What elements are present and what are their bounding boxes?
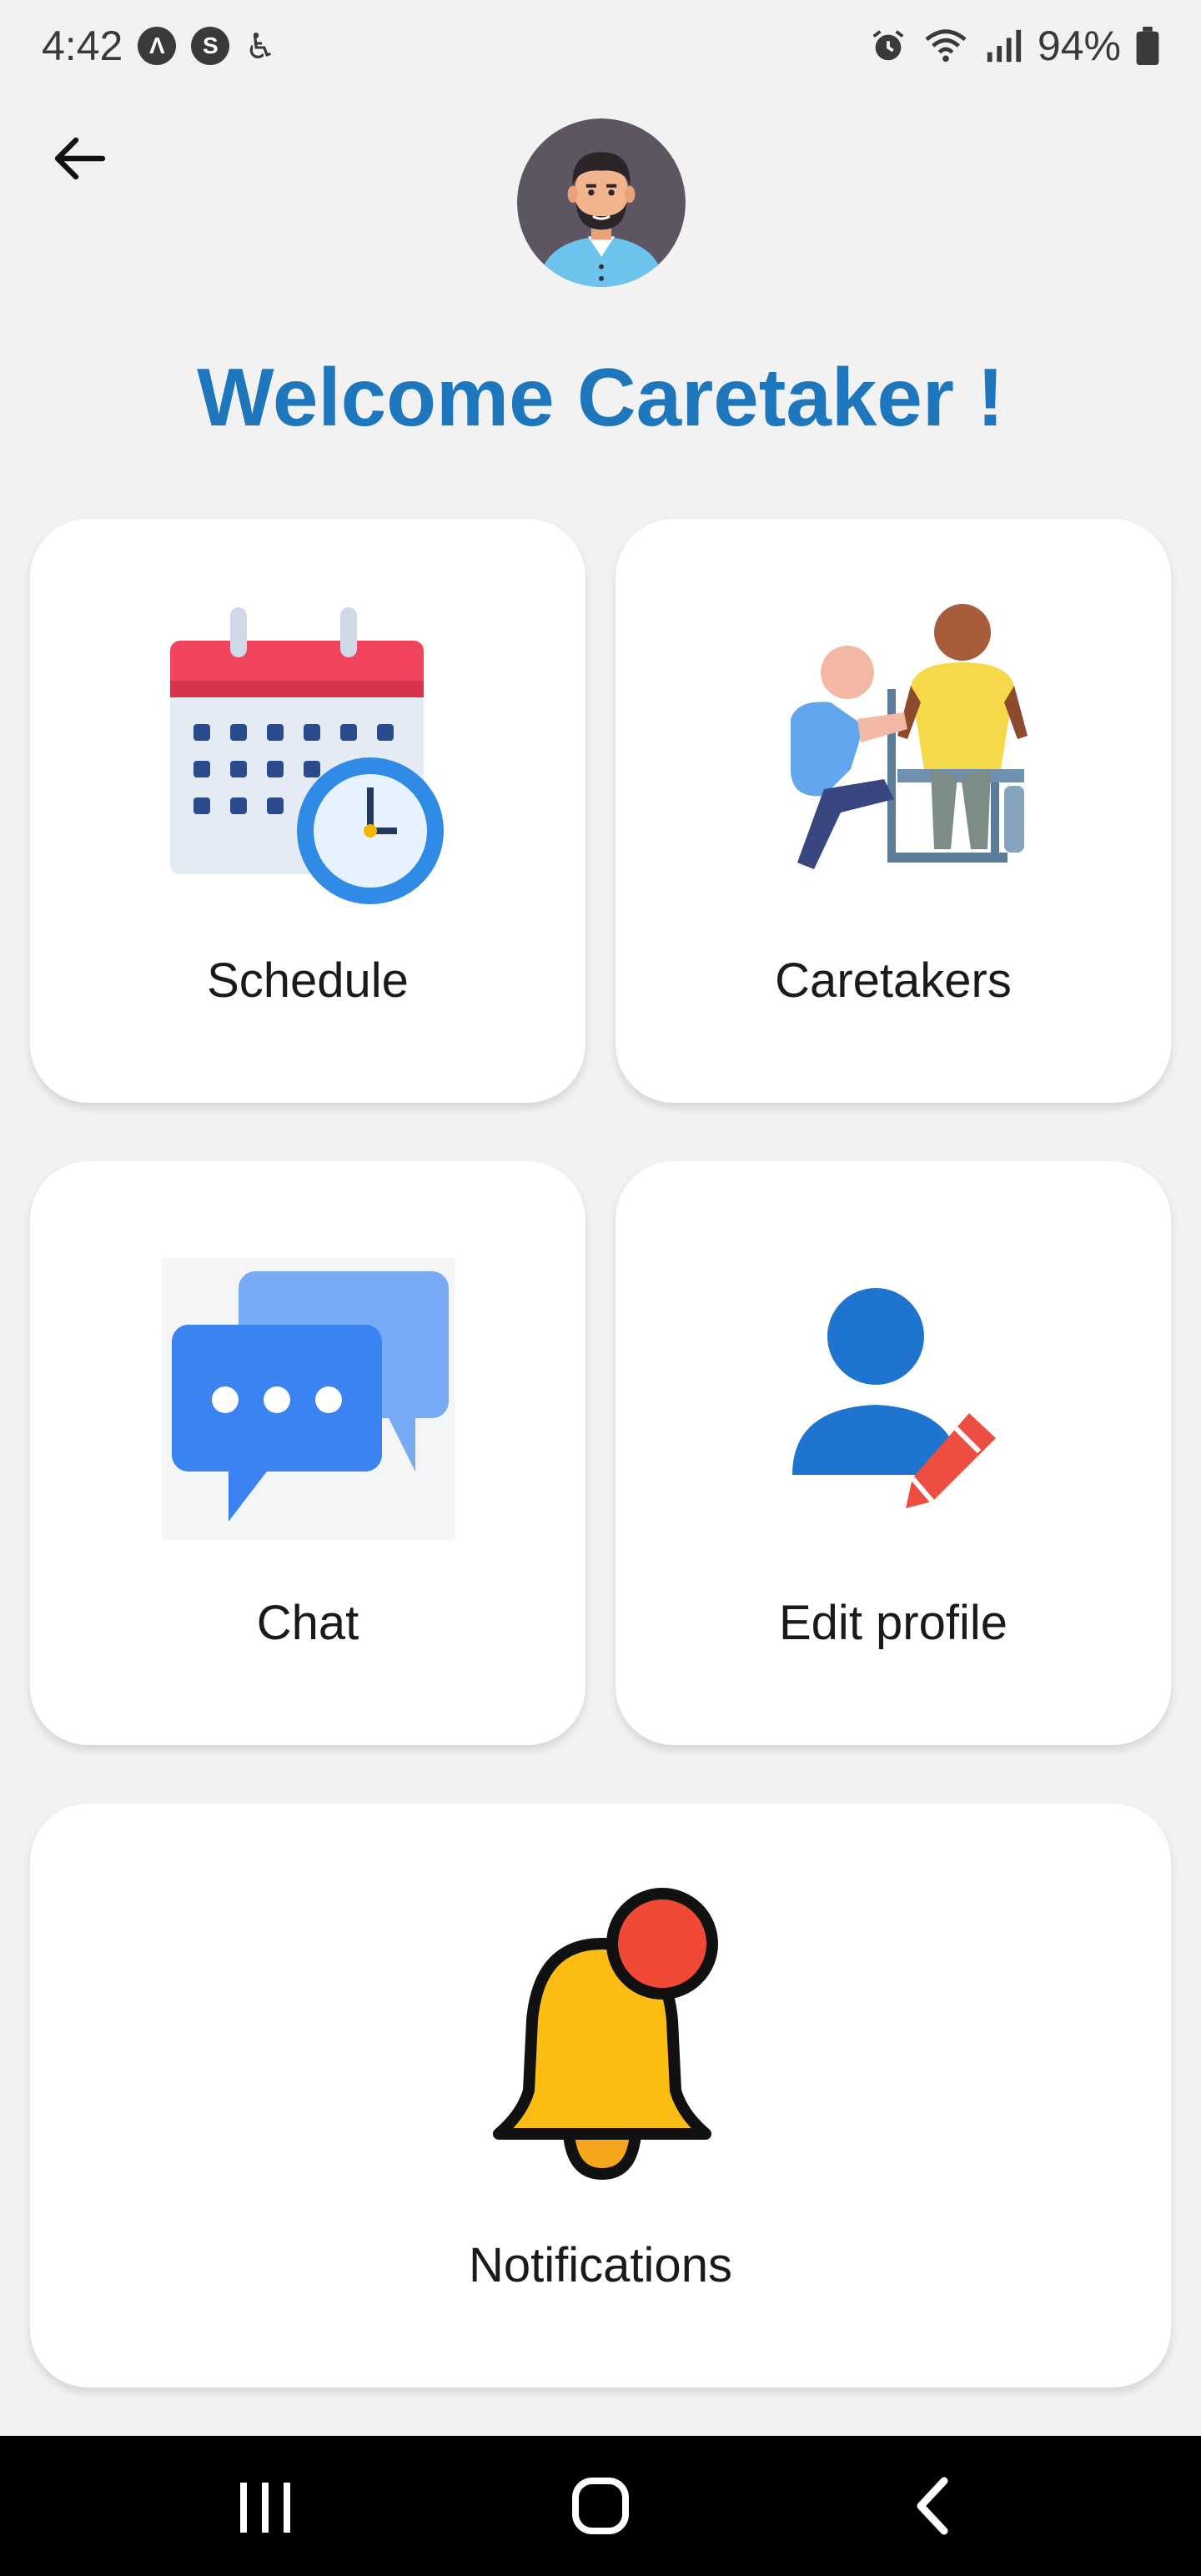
schedule-card[interactable]: Schedule [30,519,585,1103]
bell-icon [493,1888,718,2180]
wifi-icon [925,29,967,63]
edit-profile-label: Edit profile [778,1596,1008,1650]
notifications-card[interactable]: Notifications [30,1804,1171,2387]
status-bar-left: 4:42 Λ S ♿ [42,22,276,70]
welcome-title: Welcome Caretaker ! [197,351,1004,443]
notifications-label: Notifications [469,2238,732,2292]
schedule-label: Schedule [207,953,409,1008]
edit-profile-card[interactable]: Edit profile [616,1161,1171,1745]
home-icon[interactable] [559,2469,642,2544]
avatar[interactable] [517,118,686,287]
status-bar-right: 94% [869,22,1159,70]
status-time: 4:42 [42,23,123,69]
caretakers-label: Caretakers [775,953,1012,1008]
chat-bubbles-icon [162,1258,455,1540]
app-s-icon: S [191,27,230,65]
accessibility-icon: ♿ [244,26,276,66]
back-nav-icon[interactable] [894,2469,977,2544]
battery-icon [1136,27,1159,65]
caretakers-icon [791,604,1028,869]
screen: 4:42 Λ S ♿ 94% Welcome Caretaker ! Sched… [0,0,1201,2576]
caretakers-card[interactable]: Caretakers [616,519,1171,1103]
back-arrow-icon[interactable] [46,125,113,192]
chat-card[interactable]: Chat [30,1161,585,1745]
calendar-icon [170,607,444,904]
signal-icon [987,29,1022,63]
edit-profile-icon [792,1288,996,1508]
battery-text: 94% [1037,23,1121,69]
recent-apps-icon[interactable] [224,2469,307,2544]
alarm-icon [872,30,904,61]
app-a-icon: Λ [138,27,177,65]
chat-label: Chat [256,1596,359,1650]
status-bar: 4:42 Λ S ♿ 94% [0,0,1201,92]
system-nav-bar [0,2436,1201,2576]
